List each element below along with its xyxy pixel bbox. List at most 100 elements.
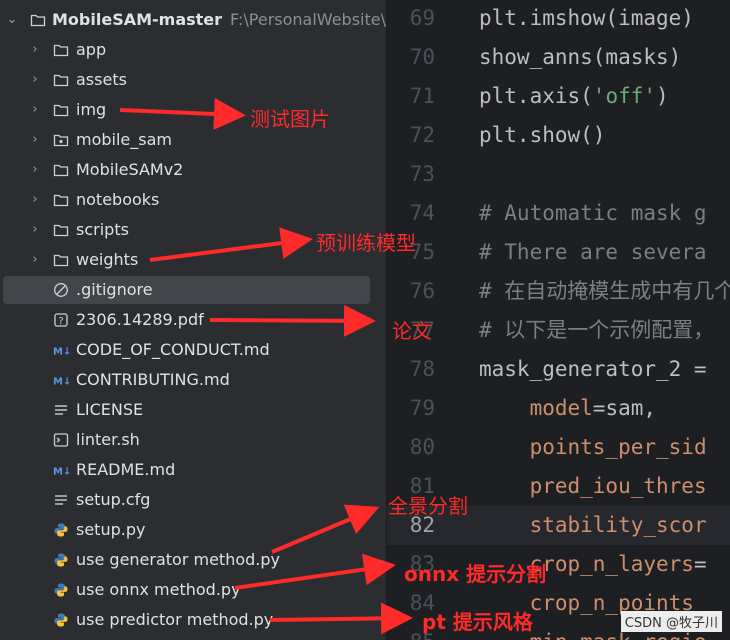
line-number: 70 [409, 45, 435, 69]
code-text: model=sam, [529, 396, 657, 420]
tree-item-label: assets [76, 70, 127, 89]
tree-item-label: CODE_OF_CONDUCT.md [76, 340, 270, 359]
python-icon [54, 523, 68, 537]
markdown-icon: M↓ [53, 377, 69, 388]
svg-text:M↓: M↓ [53, 377, 69, 388]
tree-item[interactable]: › app [0, 35, 386, 65]
code-line[interactable]: 78 mask_generator_2 = [387, 350, 730, 389]
line-number: 72 [409, 123, 435, 147]
line-number: 73 [409, 162, 435, 186]
code-line[interactable]: 76 # 在自动掩模生成中有几个 [387, 272, 730, 311]
code-text: plt.axis('off') [479, 84, 669, 108]
markdown-icon: M↓ [53, 467, 69, 478]
code-text: stability_scor [529, 513, 707, 537]
tree-item-label: notebooks [76, 190, 160, 209]
tree-item[interactable]: › MobileSAMv2 [0, 155, 386, 185]
annotation-img: 测试图片 [250, 107, 330, 131]
code-text: plt.imshow(image) [479, 6, 694, 30]
svg-text:?: ? [58, 316, 63, 327]
code-editor[interactable]: 69 plt.imshow(image) 70 show_anns(masks) 71 p… [387, 0, 730, 640]
tree-item[interactable]: use predictor method.py [0, 605, 386, 635]
code-line[interactable]: 79 model=sam, [387, 389, 730, 428]
chevron-right-icon[interactable]: › [28, 125, 42, 155]
line-number: 69 [409, 6, 435, 30]
tree-item[interactable]: M↓ CONTRIBUTING.md [0, 365, 386, 395]
tree-item-label: weights [76, 250, 139, 269]
code-text: # Automatic mask g [479, 201, 707, 225]
chevron-right-icon[interactable]: › [28, 95, 42, 125]
tree-item[interactable]: .gitignore [0, 275, 386, 305]
tree-item-label: README.md [76, 460, 176, 479]
chevron-right-icon[interactable]: › [28, 65, 42, 95]
folder-icon [53, 74, 69, 87]
code-text: # There are severa [479, 240, 707, 264]
tree-item-label: img [76, 100, 107, 119]
line-number: 71 [409, 84, 435, 108]
tree-item-label: 2306.14289.pdf [76, 310, 204, 329]
tree-item-label: app [76, 40, 107, 59]
chevron-right-icon[interactable]: › [28, 245, 42, 275]
unknown-file-icon: ? [54, 313, 68, 327]
tree-item-label: CONTRIBUTING.md [76, 370, 230, 389]
tree-item-label: .gitignore [76, 280, 153, 299]
code-line[interactable]: 77 # 以下是一个示例配置， [387, 311, 730, 350]
chevron-right-icon[interactable]: › [28, 185, 42, 215]
chevron-right-icon[interactable]: › [28, 215, 42, 245]
markdown-icon: M↓ [53, 347, 69, 358]
folder-icon [53, 194, 69, 207]
shell-script-icon [53, 433, 69, 447]
tree-item-label: use generator method.py [76, 550, 280, 569]
project-root-path: F:\PersonalWebsite\M [230, 10, 400, 29]
code-line[interactable]: 73 [387, 155, 730, 194]
folder-icon [53, 44, 69, 57]
code-line[interactable]: 74 # Automatic mask g [387, 194, 730, 233]
text-file-icon [55, 495, 67, 505]
code-text: pred_iou_thres [529, 474, 707, 498]
code-line[interactable]: 71 plt.axis('off') [387, 77, 730, 116]
tree-item-label: use onnx method.py [76, 580, 241, 599]
tree-item[interactable]: use onnx method.py [0, 575, 386, 605]
annotation-generator: 全景分割 [388, 494, 468, 518]
code-text: # 在自动掩模生成中有几个 [479, 279, 730, 303]
tree-item[interactable]: LICENSE [0, 395, 386, 425]
svg-text:M↓: M↓ [53, 467, 69, 478]
code-line[interactable]: 70 show_anns(masks) [387, 38, 730, 77]
tree-item[interactable]: › notebooks [0, 185, 386, 215]
annotation-pdf: 论文 [392, 319, 432, 343]
annotation-predictor: pt 提示风格 [422, 610, 533, 634]
tree-item[interactable]: › assets [0, 65, 386, 95]
tree-item[interactable]: use generator method.py [0, 545, 386, 575]
project-tree: ⌄ MobileSAM-master F:\PersonalWebsite\M ›… [0, 0, 400, 640]
code-text: points_per_sid [529, 435, 707, 459]
tree-item[interactable]: setup.cfg [0, 485, 386, 515]
code-line[interactable]: 72 plt.show() [387, 116, 730, 155]
tree-item[interactable]: linter.sh [0, 425, 386, 455]
chevron-right-icon[interactable]: › [28, 35, 42, 65]
tree-item-label: MobileSAMv2 [76, 160, 184, 179]
tree-root-row[interactable]: ⌄ MobileSAM-master F:\PersonalWebsite\M [0, 5, 400, 35]
code-text: # 以下是一个示例配置， [479, 318, 715, 342]
project-root-name: MobileSAM-master [52, 10, 223, 29]
tree-item[interactable]: M↓ README.md [0, 455, 386, 485]
folder-icon [53, 164, 69, 177]
folder-icon [53, 254, 69, 267]
tree-item-label: mobile_sam [76, 130, 172, 149]
gitignore-icon [54, 283, 68, 297]
code-text: plt.show() [479, 123, 606, 147]
tree-item[interactable]: setup.py [0, 515, 386, 545]
tree-item-label: setup.py [76, 520, 146, 539]
python-icon [54, 613, 68, 627]
text-file-icon [55, 405, 67, 415]
annotation-weights: 预训练模型 [316, 231, 416, 255]
code-text: mask_generator_2 = [479, 357, 707, 381]
chevron-down-icon[interactable]: ⌄ [5, 5, 19, 35]
folder-icon [53, 104, 69, 117]
code-line[interactable]: 80 points_per_sid [387, 428, 730, 467]
tree-item-label: scripts [76, 220, 129, 239]
chevron-right-icon[interactable]: › [28, 155, 42, 185]
code-line[interactable]: 69 plt.imshow(image) [387, 0, 730, 38]
code-line[interactable]: 75 # There are severa [387, 233, 730, 272]
tree-item[interactable]: ? 2306.14289.pdf [0, 305, 386, 335]
python-icon [54, 583, 68, 597]
tree-item[interactable]: M↓ CODE_OF_CONDUCT.md [0, 335, 386, 365]
